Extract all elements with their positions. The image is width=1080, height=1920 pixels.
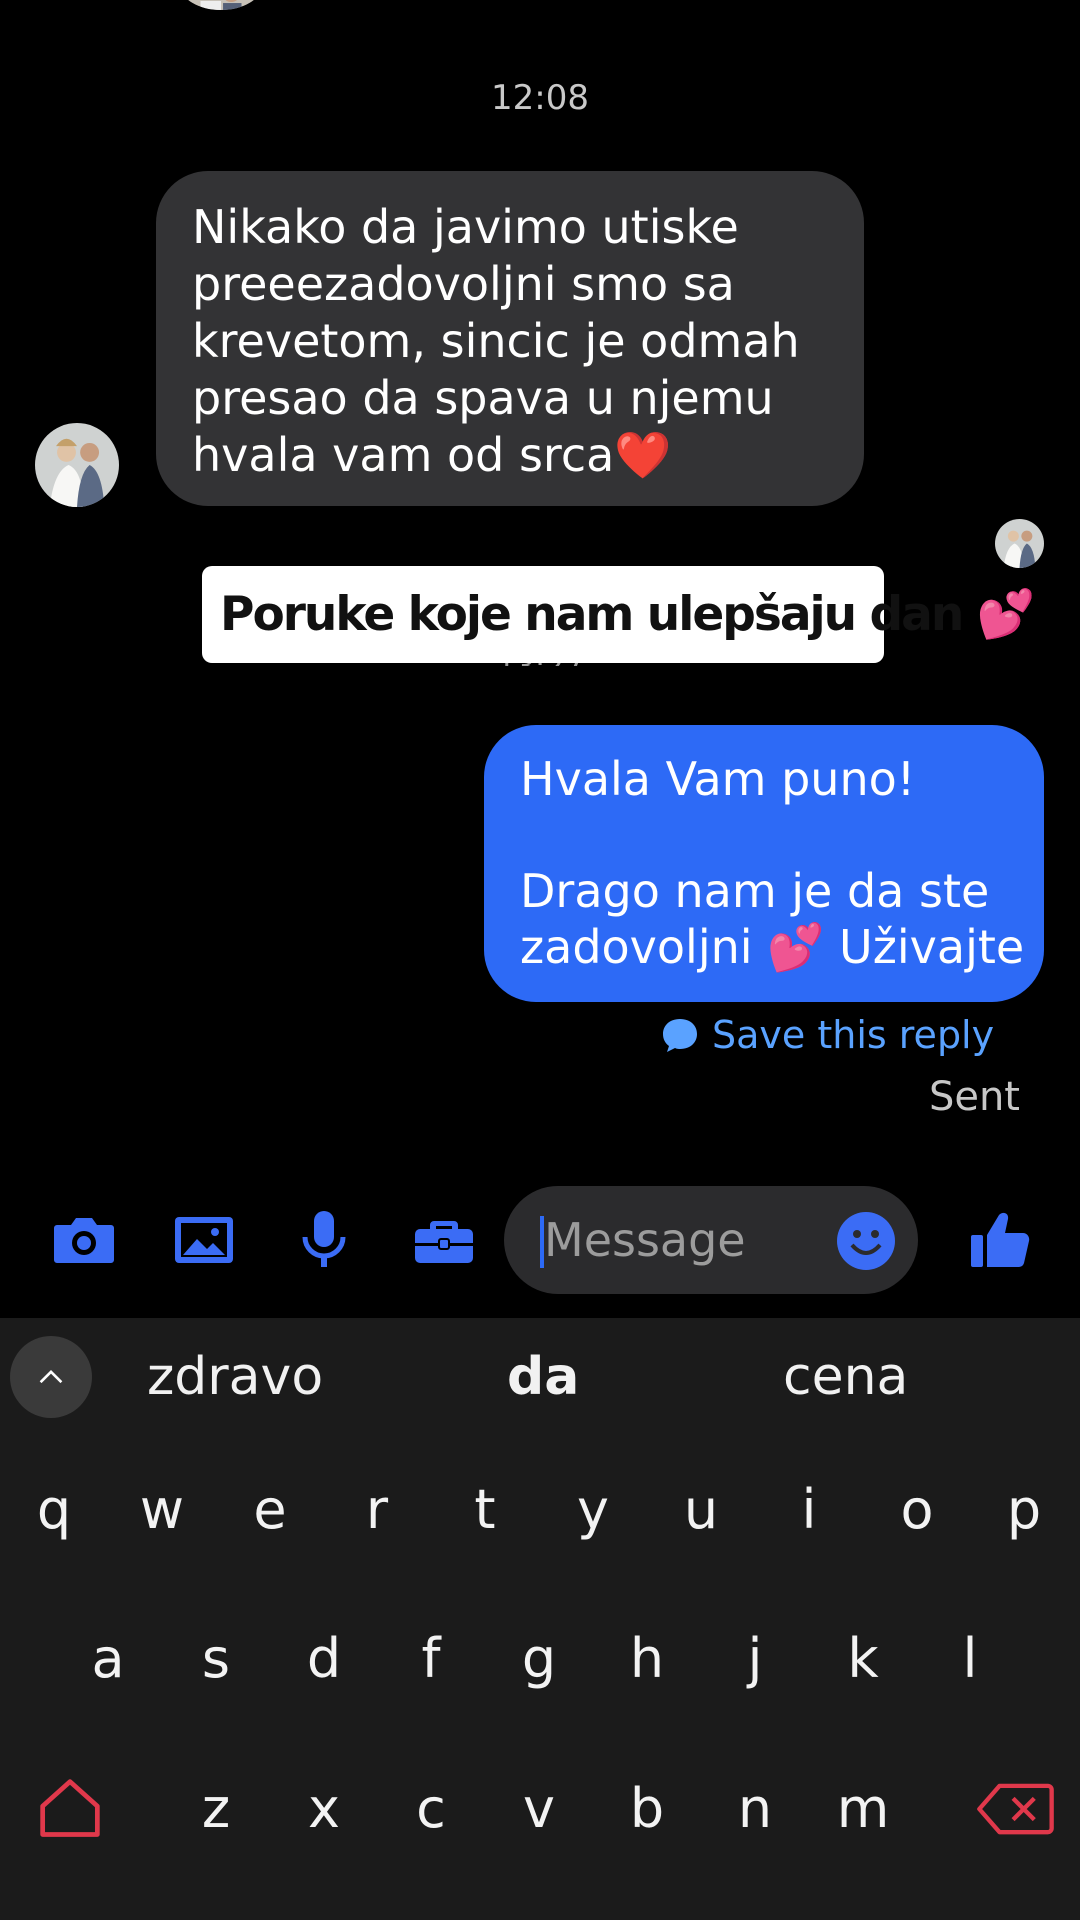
seen-avatar — [995, 519, 1044, 568]
key-w[interactable]: w — [112, 1455, 212, 1565]
message-line: preeezadovoljni smo sa — [192, 257, 735, 311]
suggestion-2[interactable]: da — [507, 1342, 579, 1412]
message-line: Hvala Vam puno! — [520, 752, 916, 806]
key-r[interactable]: r — [327, 1455, 427, 1565]
outgoing-message-bubble[interactable]: Hvala Vam puno! Drago nam je da ste zado… — [484, 725, 1044, 1002]
key-p[interactable]: p — [974, 1455, 1074, 1565]
suggestion-3[interactable]: cena — [783, 1342, 908, 1412]
avatar-previous — [180, 0, 262, 10]
save-reply-link[interactable]: Save this reply — [660, 1012, 994, 1058]
key-z[interactable]: z — [166, 1754, 266, 1864]
chat-bubble-icon — [663, 1019, 697, 1052]
backspace-key[interactable] — [970, 1754, 1060, 1864]
key-m[interactable]: m — [813, 1754, 913, 1864]
incoming-message-bubble[interactable]: Nikako da javimo utiske preeezadovoljni … — [156, 171, 864, 506]
message-line: Drago nam je da ste — [520, 864, 990, 918]
key-f[interactable]: f — [381, 1604, 481, 1714]
conversation: 12:08 Nikako da javimo utiske preeezadov… — [0, 0, 1080, 1318]
contact-avatar[interactable] — [35, 423, 119, 507]
backspace-icon — [977, 1783, 1054, 1835]
key-q[interactable]: q — [4, 1455, 104, 1565]
key-e[interactable]: e — [220, 1455, 320, 1565]
key-b[interactable]: b — [597, 1754, 697, 1864]
message-placeholder: Message — [544, 1213, 746, 1267]
message-line: presao da spava u njemu — [192, 371, 774, 425]
chevron-up-icon — [39, 1369, 63, 1384]
shift-key[interactable] — [30, 1754, 110, 1864]
message-line: zadovoljni 💕 Uživajte — [520, 920, 1025, 974]
save-reply-label: Save this reply — [712, 1013, 995, 1057]
thumbs-up-icon[interactable] — [962, 1202, 1038, 1278]
key-v[interactable]: v — [489, 1754, 589, 1864]
key-y[interactable]: y — [543, 1455, 643, 1565]
key-t[interactable]: t — [435, 1455, 535, 1565]
delivery-status: Sent — [928, 1074, 1020, 1120]
key-k[interactable]: k — [813, 1604, 913, 1714]
expand-toolbar-button[interactable] — [10, 1336, 92, 1418]
key-l[interactable]: l — [920, 1604, 1020, 1714]
suggestion-1[interactable]: zdravo — [147, 1342, 323, 1412]
shift-icon — [40, 1779, 100, 1837]
briefcase-icon[interactable] — [406, 1202, 482, 1278]
caption-sticker: Poruke koje nam ulepšaju dan 💕 — [202, 566, 1035, 663]
key-d[interactable]: d — [274, 1604, 374, 1714]
gallery-icon[interactable] — [166, 1202, 242, 1278]
key-i[interactable]: i — [759, 1455, 859, 1565]
key-s[interactable]: s — [166, 1604, 266, 1714]
microphone-icon[interactable] — [286, 1202, 362, 1278]
key-a[interactable]: a — [58, 1604, 158, 1714]
key-n[interactable]: n — [705, 1754, 805, 1864]
message-input[interactable]: Message — [504, 1186, 918, 1294]
key-j[interactable]: j — [705, 1604, 805, 1714]
message-line: Nikako da javimo utiske — [192, 200, 739, 254]
message-line: krevetom, sincic je odmah — [192, 314, 800, 368]
key-c[interactable]: c — [381, 1754, 481, 1864]
message-composer: Message — [0, 1180, 1080, 1300]
key-x[interactable]: x — [274, 1754, 374, 1864]
message-line: hvala vam od srca❤️ — [192, 428, 672, 482]
key-u[interactable]: u — [651, 1455, 751, 1565]
key-o[interactable]: o — [867, 1455, 967, 1565]
emoji-icon[interactable] — [836, 1211, 896, 1271]
camera-icon[interactable] — [46, 1202, 122, 1278]
message-timestamp: 12:08 — [491, 78, 589, 118]
key-h[interactable]: h — [597, 1604, 697, 1714]
key-g[interactable]: g — [489, 1604, 589, 1714]
